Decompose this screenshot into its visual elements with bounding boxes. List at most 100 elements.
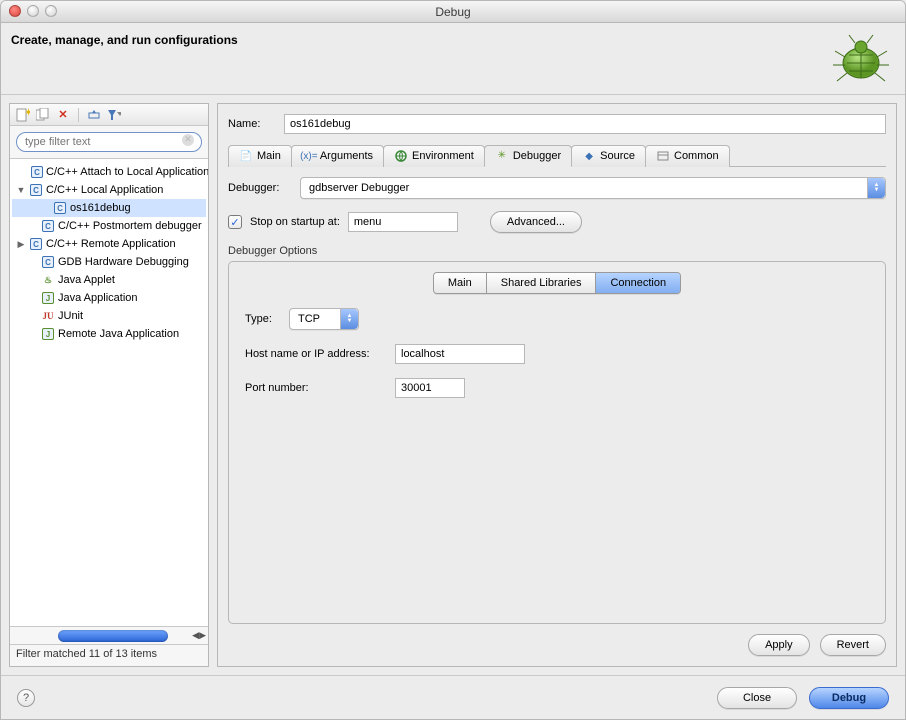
dialog-footer: ? Close Debug [1,675,905,719]
tab-label: Common [674,150,719,162]
config-name-input[interactable] [284,114,886,134]
tree-item[interactable]: J Remote Java Application [12,325,206,343]
zoom-window-button[interactable] [45,5,57,17]
clear-filter-icon[interactable]: ✕ [182,134,194,146]
scrollbar-thumb[interactable] [58,630,168,642]
environment-tab-icon [394,149,408,163]
delete-config-icon[interactable]: ✕ [56,108,70,122]
source-tab-icon: ◆ [582,149,596,163]
tree-item[interactable]: C GDB Hardware Debugging [12,253,206,271]
tree-item[interactable]: ▶ C C/C++ Remote Application [12,235,206,253]
stop-on-startup-checkbox[interactable]: ✓ [228,215,242,229]
new-config-icon[interactable]: ✶ [16,108,30,122]
tree-item-label: C/C++ Local Application [46,184,163,196]
filter-menu-icon[interactable] [107,108,121,122]
tree-item[interactable]: C C/C++ Attach to Local Application [12,163,206,181]
tree-item[interactable]: J Java Application [12,289,206,307]
config-editor-pane: Name: 📄 Main (x)= Arguments Environment [217,103,897,667]
tab-arguments[interactable]: (x)= Arguments [291,145,384,167]
config-tree-pane: ✶ ✕ ✕ C [9,103,209,667]
tree-item[interactable]: C C/C++ Postmortem debugger [12,217,206,235]
java-applet-icon: ♨ [41,273,55,287]
stop-on-startup-input[interactable] [348,212,458,232]
revert-button[interactable]: Revert [820,634,886,656]
scroll-right-icon[interactable]: ▶ [199,630,206,641]
tab-environment[interactable]: Environment [383,145,485,167]
close-button[interactable]: Close [717,687,797,709]
minimize-window-button[interactable] [27,5,39,17]
remote-java-icon: J [41,327,55,341]
tab-label: Environment [412,150,474,162]
common-tab-icon [656,149,670,163]
advanced-button[interactable]: Advanced... [490,211,582,233]
type-row: Type: TCP ▲▼ [245,308,869,330]
tree-item-label: Java Applet [58,274,115,286]
tab-debugger[interactable]: ✳ Debugger [484,145,572,167]
tab-main[interactable]: 📄 Main [228,145,292,167]
debugger-select-value: gdbserver Debugger [309,182,409,194]
subtab-main[interactable]: Main [434,273,487,293]
name-row: Name: [228,114,886,134]
tab-source[interactable]: ◆ Source [571,145,646,167]
connection-form: Type: TCP ▲▼ Host name or IP address: Po… [239,304,875,416]
config-tree[interactable]: C C/C++ Attach to Local Application ▼ C … [10,159,208,626]
debugger-subtabs: Main Shared Libraries Connection [239,272,875,294]
subtab-shared-libraries[interactable]: Shared Libraries [487,273,597,293]
arguments-tab-icon: (x)= [302,149,316,163]
tree-toolbar: ✶ ✕ [10,104,208,126]
tree-item-label: C/C++ Attach to Local Application [46,166,208,178]
dialog-body: ✶ ✕ ✕ C [1,95,905,675]
tab-common[interactable]: Common [645,145,730,167]
tab-label: Debugger [513,150,561,162]
c-config-icon: C [53,201,67,215]
apply-button[interactable]: Apply [748,634,810,656]
port-row: Port number: [245,378,869,398]
java-app-icon: J [41,291,55,305]
tree-item-label: C/C++ Postmortem debugger [58,220,202,232]
help-icon[interactable]: ? [17,689,35,707]
host-row: Host name or IP address: [245,344,869,364]
scroll-left-icon[interactable]: ◀ [192,630,199,641]
select-arrows-icon: ▲▼ [340,309,358,329]
c-config-icon: C [29,237,43,251]
tree-h-scrollbar[interactable]: ◀ ▶ [10,626,208,644]
host-input[interactable] [395,344,525,364]
tree-item-label: GDB Hardware Debugging [58,256,189,268]
debug-dialog: Debug Create, manage, and run configurat… [0,0,906,720]
subtab-connection[interactable]: Connection [596,273,680,293]
window-controls [9,5,57,17]
toolbar-separator [78,108,79,122]
debug-button[interactable]: Debug [809,687,889,709]
collapse-arrow-icon[interactable]: ▼ [16,185,26,195]
tab-label: Source [600,150,635,162]
tree-status: Filter matched 11 of 13 items [10,644,208,666]
debugger-label: Debugger: [228,182,292,194]
close-window-button[interactable] [9,5,21,17]
debugger-select[interactable]: gdbserver Debugger ▲▼ [300,177,886,199]
debug-bug-icon [831,33,891,88]
titlebar: Debug [1,1,905,23]
debugger-options-box: Main Shared Libraries Connection Type: T… [228,261,886,624]
debugger-row: Debugger: gdbserver Debugger ▲▼ [228,177,886,199]
debugger-options-label: Debugger Options [228,245,886,257]
footer-buttons: Close Debug [717,687,889,709]
tab-label: Arguments [320,150,373,162]
tree-item-selected[interactable]: C os161debug [12,199,206,217]
tree-item[interactable]: JU JUnit [12,307,206,325]
tree-item[interactable]: ♨ Java Applet [12,271,206,289]
expand-arrow-icon[interactable]: ▶ [16,239,26,250]
tree-filter-input[interactable] [16,132,202,152]
port-input[interactable] [395,378,465,398]
tree-item-label: C/C++ Remote Application [46,238,176,250]
duplicate-config-icon[interactable] [36,108,50,122]
apply-revert-row: Apply Revert [228,624,886,656]
window-title: Debug [435,5,470,19]
junit-icon: JU [41,309,55,323]
config-tabs: 📄 Main (x)= Arguments Environment ✳ Debu… [228,144,886,167]
dialog-heading: Create, manage, and run configurations [11,33,238,47]
tree-item-label: Java Application [58,292,138,304]
tree-item[interactable]: ▼ C C/C++ Local Application [12,181,206,199]
connection-type-select[interactable]: TCP ▲▼ [289,308,359,330]
connection-type-value: TCP [298,313,320,325]
collapse-all-icon[interactable] [87,108,101,122]
